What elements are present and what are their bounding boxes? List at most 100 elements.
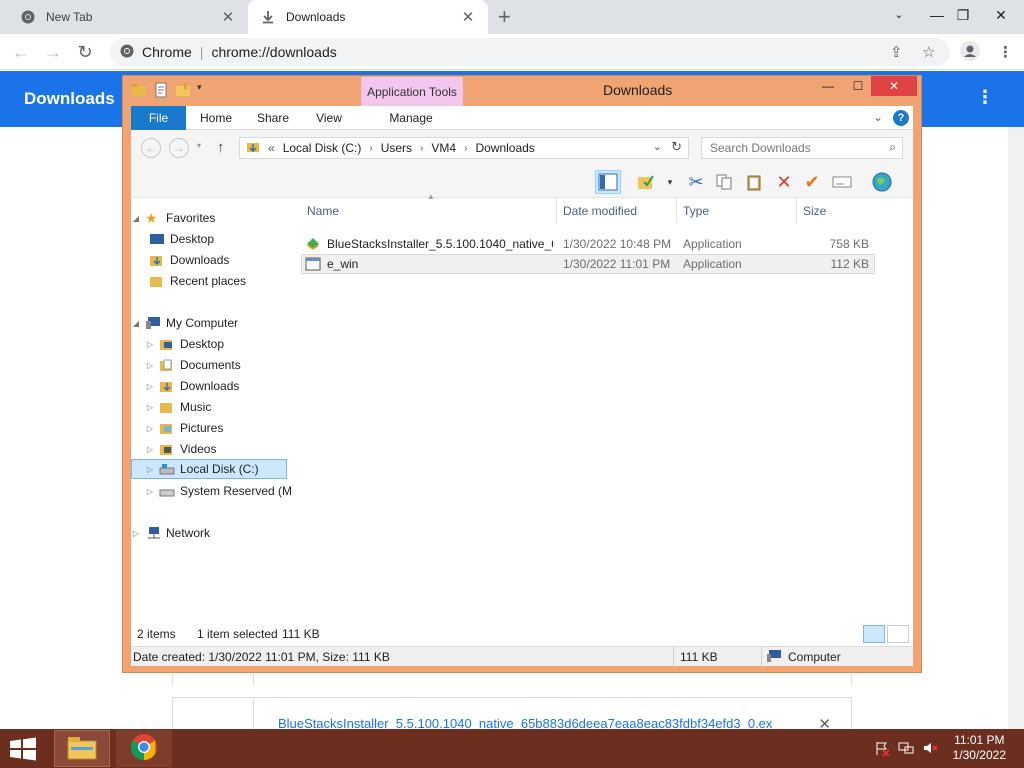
bookmark-star-icon[interactable]: ☆ bbox=[922, 43, 935, 61]
quick-access-toolbar: ▾ bbox=[131, 82, 213, 98]
properties-icon[interactable] bbox=[153, 82, 169, 98]
nav-fav-downloads[interactable]: Downloads bbox=[145, 250, 291, 270]
nav-videos[interactable]: ▷ Videos bbox=[145, 439, 291, 459]
chevron-right-icon[interactable]: › bbox=[420, 143, 423, 154]
back-icon[interactable]: ← bbox=[141, 138, 161, 158]
chrome-menu-icon[interactable]: ⋮ bbox=[998, 43, 1013, 61]
collapse-arrow-icon[interactable]: ◢ bbox=[131, 319, 141, 328]
expand-arrow-icon[interactable]: ▷ bbox=[131, 529, 141, 538]
rename-icon[interactable] bbox=[829, 170, 855, 194]
expand-arrow-icon[interactable]: ▷ bbox=[145, 403, 155, 412]
address-dropdown-icon[interactable]: ⌄ bbox=[653, 140, 662, 153]
nav-favorites[interactable]: ◢ ★ Favorites bbox=[131, 208, 289, 228]
details-view-icon[interactable] bbox=[863, 625, 885, 643]
clock-time: 11:01 PM bbox=[954, 733, 1005, 747]
tab-file[interactable]: File bbox=[131, 106, 186, 130]
address-breadcrumb[interactable]: « Local Disk (C:) › Users › VM4 › Downlo… bbox=[239, 137, 689, 159]
address-bar[interactable]: Chrome | chrome://downloads bbox=[110, 38, 950, 66]
action-center-flag-icon[interactable] bbox=[874, 740, 890, 759]
expand-arrow-icon[interactable]: ▷ bbox=[145, 382, 155, 391]
forward-icon[interactable]: → bbox=[169, 138, 189, 158]
up-icon[interactable]: ↑ bbox=[217, 139, 225, 156]
expand-arrow-icon[interactable]: ▷ bbox=[145, 487, 155, 496]
paste-icon[interactable] bbox=[741, 170, 767, 194]
customize-qat-icon[interactable]: ▾ bbox=[197, 82, 213, 98]
file-row[interactable]: BlueStacksInstaller_5.5.100.1040_native_… bbox=[301, 234, 875, 254]
new-folder-icon[interactable] bbox=[175, 82, 191, 98]
column-header-type[interactable]: Type bbox=[677, 198, 797, 224]
column-header-name[interactable]: Name bbox=[301, 198, 557, 224]
tab-downloads[interactable]: Downloads ✕ bbox=[248, 0, 488, 34]
delete-icon[interactable]: ✕ bbox=[771, 170, 797, 194]
nav-documents[interactable]: ▷ Documents bbox=[145, 355, 291, 375]
close-tab-icon[interactable]: ✕ bbox=[460, 8, 476, 26]
network-status-icon[interactable] bbox=[898, 740, 914, 759]
breadcrumb-vm4[interactable]: VM4 bbox=[431, 141, 456, 155]
page-scrollbar[interactable] bbox=[1008, 127, 1024, 729]
cut-icon[interactable]: ✂ bbox=[683, 170, 709, 194]
share-icon[interactable]: ⇪ bbox=[890, 43, 903, 61]
tab-share[interactable]: Share bbox=[251, 106, 295, 130]
taskbar-file-explorer-button[interactable] bbox=[54, 730, 110, 767]
nav-my-computer[interactable]: ◢ My Computer bbox=[131, 313, 289, 333]
file-row[interactable]: e_win 1/30/2022 11:01 PM Application 112… bbox=[301, 254, 875, 274]
taskbar-chrome-button[interactable] bbox=[116, 730, 172, 767]
expand-arrow-icon[interactable]: ▷ bbox=[145, 445, 155, 454]
maximize-icon[interactable]: ☐ bbox=[843, 76, 873, 96]
tab-new-tab[interactable]: New Tab ✕ bbox=[8, 0, 248, 34]
nav-fav-recent-places[interactable]: Recent places bbox=[145, 271, 291, 291]
new-tab-button[interactable]: + bbox=[498, 5, 511, 29]
tab-manage[interactable]: Manage bbox=[381, 106, 441, 130]
refresh-icon[interactable]: ↻ bbox=[671, 139, 682, 155]
breadcrumb-overflow[interactable]: « bbox=[268, 141, 275, 155]
minimize-icon[interactable]: — bbox=[813, 76, 843, 96]
nav-desktop[interactable]: ▷ Desktop bbox=[145, 334, 291, 354]
expand-ribbon-icon[interactable]: ⌄ bbox=[873, 110, 883, 124]
breadcrumb-downloads[interactable]: Downloads bbox=[475, 141, 534, 155]
windows-start-icon[interactable] bbox=[8, 737, 38, 761]
recent-locations-icon[interactable]: ▾ bbox=[197, 141, 201, 150]
globe-icon[interactable] bbox=[869, 170, 895, 194]
help-icon[interactable]: ? bbox=[893, 110, 909, 126]
system-clock[interactable]: 11:01 PM 1/30/2022 bbox=[953, 733, 1006, 763]
nav-music[interactable]: ▷ Music bbox=[145, 397, 291, 417]
nav-local-disk-c[interactable]: ▷ Local Disk (C:) bbox=[131, 459, 287, 479]
chevron-right-icon[interactable]: › bbox=[369, 143, 372, 154]
tab-home[interactable]: Home bbox=[193, 106, 239, 130]
file-date: 1/30/2022 11:01 PM bbox=[563, 257, 671, 271]
nav-pictures[interactable]: ▷ Pictures bbox=[145, 418, 291, 438]
close-window-icon[interactable]: ✕ bbox=[871, 76, 917, 96]
close-window-icon[interactable]: ✕ bbox=[978, 0, 1024, 30]
copy-icon[interactable] bbox=[711, 170, 737, 194]
volume-muted-icon[interactable] bbox=[922, 740, 938, 759]
nav-system-reserved[interactable]: ▷ System Reserved (M bbox=[145, 481, 291, 501]
chevron-right-icon[interactable]: › bbox=[464, 143, 467, 154]
folder-options-icon[interactable] bbox=[633, 170, 659, 194]
large-icons-view-icon[interactable] bbox=[887, 625, 909, 643]
search-input[interactable]: Search Downloads ⌕ bbox=[701, 137, 903, 159]
expand-arrow-icon[interactable]: ▷ bbox=[145, 465, 155, 474]
back-button[interactable]: ← bbox=[8, 40, 34, 64]
folder-options-dropdown-icon[interactable]: ▾ bbox=[657, 170, 683, 194]
breadcrumb-local-disk[interactable]: Local Disk (C:) bbox=[283, 141, 362, 155]
forward-button[interactable]: → bbox=[40, 40, 66, 64]
expand-arrow-icon[interactable]: ▷ bbox=[145, 340, 155, 349]
folder-icon[interactable] bbox=[131, 82, 147, 98]
collapse-arrow-icon[interactable]: ◢ bbox=[131, 214, 141, 223]
breadcrumb-users[interactable]: Users bbox=[381, 141, 412, 155]
select-all-icon[interactable]: ✔ bbox=[799, 170, 825, 194]
expand-arrow-icon[interactable]: ▷ bbox=[145, 424, 155, 433]
more-options-icon[interactable]: ⋮ bbox=[976, 87, 994, 108]
details-size: 111 KB bbox=[680, 650, 718, 664]
close-tab-icon[interactable]: ✕ bbox=[220, 8, 236, 26]
profile-avatar-icon[interactable] bbox=[960, 41, 980, 61]
expand-arrow-icon[interactable]: ▷ bbox=[145, 361, 155, 370]
column-header-date-modified[interactable]: Date modified bbox=[557, 198, 677, 224]
tab-view[interactable]: View bbox=[307, 106, 351, 130]
preview-pane-icon[interactable] bbox=[595, 170, 621, 194]
nav-downloads[interactable]: ▷ Downloads bbox=[145, 376, 291, 396]
nav-network[interactable]: ▷ Network bbox=[131, 523, 289, 543]
reload-button[interactable]: ↻ bbox=[72, 40, 98, 64]
nav-fav-desktop[interactable]: Desktop bbox=[145, 229, 291, 249]
column-header-size[interactable]: Size bbox=[797, 198, 877, 224]
